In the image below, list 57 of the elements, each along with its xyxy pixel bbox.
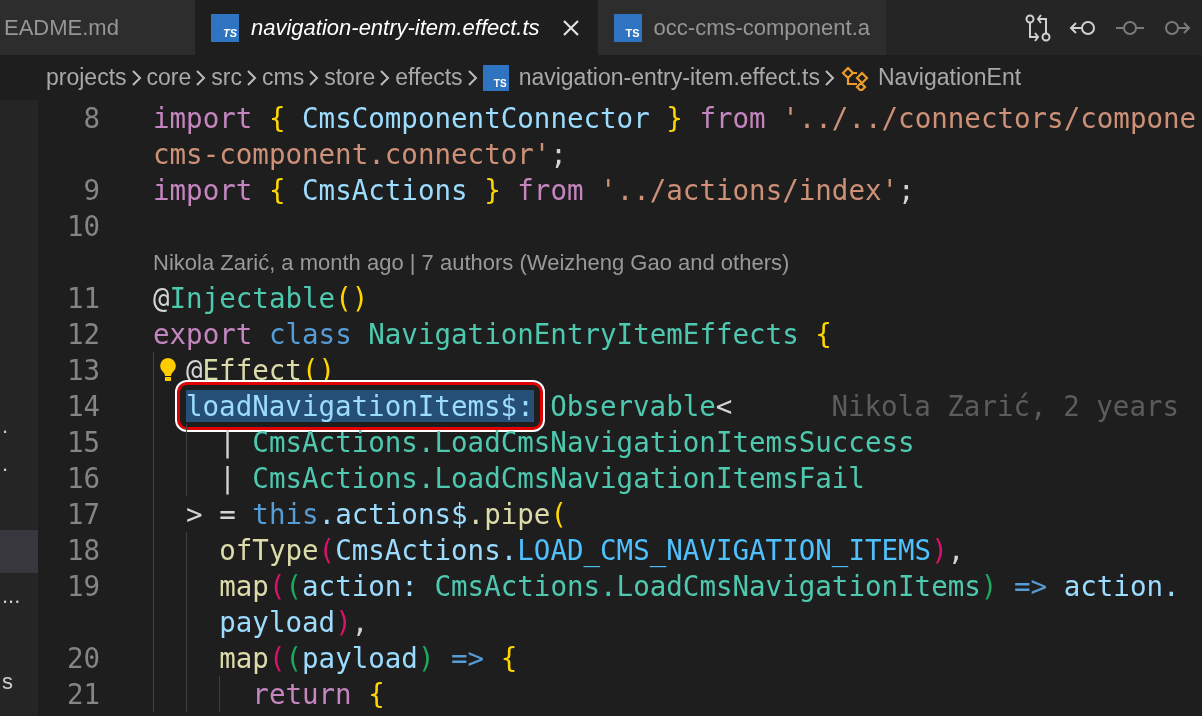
breadcrumb-item[interactable]: core	[146, 60, 192, 95]
line-number: 9	[83, 174, 100, 206]
breadcrumb-item[interactable]: navigation-entry-item.effect.ts	[518, 60, 820, 95]
breadcrumb-item[interactable]: effects	[395, 60, 463, 95]
sidebar-text: .	[2, 412, 9, 440]
chevron-icon	[130, 67, 143, 88]
code-line: | CmsActions.LoadCmsNavigationItemsSuccess	[218, 425, 915, 460]
breadcrumb-item[interactable]: projects	[46, 60, 127, 95]
lightbulb-icon[interactable]	[159, 357, 177, 383]
code-line: map((payload) => {	[218, 641, 518, 676]
editor-tab[interactable]: TS navigation-entry-item.effect.ts	[195, 0, 598, 55]
sidebar-text: .	[2, 450, 9, 478]
code-line: import { CmsComponentConnector } from '../../connectors/compone	[153, 101, 1197, 136]
codelens-text[interactable]: Nikola Zarić, a month ago | 7 authors (Weizheng Gao and others)	[153, 245, 790, 279]
typescript-file-icon: TS	[211, 13, 239, 42]
chevron-icon	[823, 67, 836, 88]
line-number: 14	[66, 390, 100, 422]
breadcrumb-item[interactable]: store	[324, 60, 376, 95]
line-number: 12	[66, 318, 100, 350]
sidebar-text: ...	[2, 582, 21, 610]
chevron-icon	[379, 67, 392, 88]
breadcrumb-item[interactable]: src	[211, 60, 242, 95]
code-line: return {	[251, 677, 385, 712]
line-number: 18	[66, 534, 100, 566]
typescript-file-icon: TS	[482, 64, 509, 91]
breadcrumb-item[interactable]: cms	[261, 60, 305, 95]
code-line: import { CmsActions } from '../actions/index';	[153, 173, 915, 208]
line-number: 13	[66, 354, 100, 386]
line-number: 21	[66, 678, 100, 710]
code-line: | CmsActions.LoadCmsNavigationItemsFail	[218, 461, 865, 496]
code-line: > = this.actions$.pipe(	[185, 497, 567, 532]
line-number: 10	[66, 210, 100, 242]
line-number: 15	[66, 426, 100, 458]
typescript-file-icon: TS	[613, 13, 642, 42]
sidebar-text: s	[2, 668, 13, 696]
line-number: 19	[66, 570, 100, 602]
sidebar-highlight	[0, 530, 38, 573]
chevron-icon	[308, 67, 321, 88]
code-line: @Injectable()	[153, 281, 369, 316]
class-symbol-icon	[839, 64, 870, 91]
line-number: 16	[66, 462, 100, 494]
breadcrumb-item[interactable]: NavigationEnt	[877, 60, 1022, 95]
line-number: 20	[66, 642, 100, 674]
editor-tab[interactable]: TS occ-cms-component.a	[597, 0, 886, 55]
chevron-icon	[195, 67, 208, 88]
code-line: payload),	[218, 605, 369, 640]
code-line: cms-component.connector';	[153, 137, 567, 172]
line-number: 17	[66, 498, 100, 530]
line-number: 11	[66, 282, 100, 314]
editor-tab[interactable]: EADME.md	[0, 0, 195, 55]
blame-annotation: Nikola Zarić, 2 years	[831, 389, 1180, 424]
code-line: map((action: CmsActions.LoadCmsNavigationItems) => action.	[218, 569, 1180, 604]
chevron-icon	[466, 67, 479, 88]
code-line: export class NavigationEntryItemEffects {	[153, 317, 832, 352]
code-line: ofType(CmsActions.LOAD_CMS_NAVIGATION_ITEMS),	[218, 533, 965, 568]
chevron-icon	[245, 67, 258, 88]
line-number: 8	[83, 102, 100, 134]
